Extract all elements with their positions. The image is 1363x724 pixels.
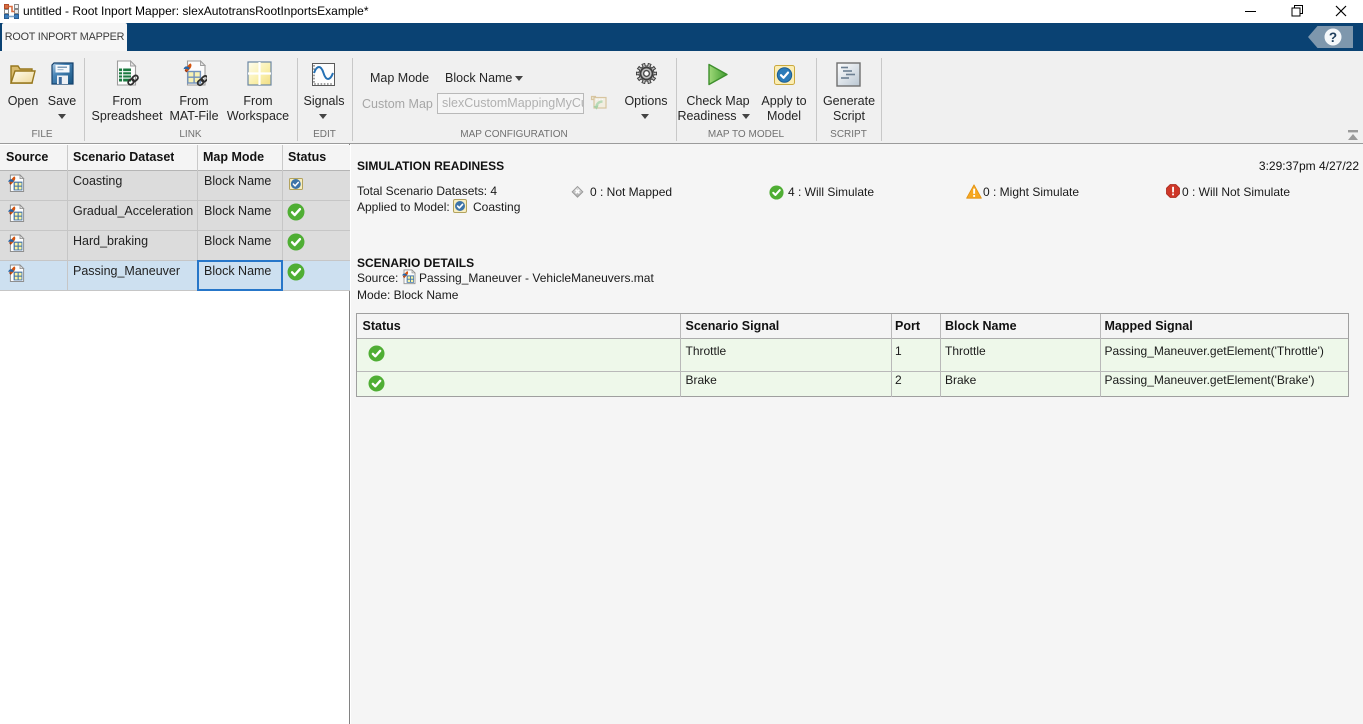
svg-text:?: ?	[1329, 30, 1337, 45]
